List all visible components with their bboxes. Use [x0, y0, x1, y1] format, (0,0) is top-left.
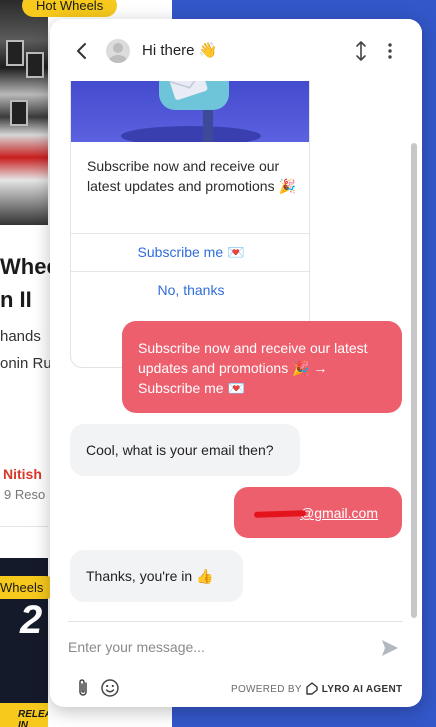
expand-icon[interactable] [352, 39, 370, 63]
divider [71, 271, 309, 272]
redaction-mark [253, 510, 307, 518]
divider [0, 526, 48, 527]
mailbox-illustration [71, 81, 309, 142]
lyro-logo-icon [306, 682, 318, 695]
category-tag-top[interactable]: Hot Wheels [22, 0, 118, 17]
chat-widget: Hi there 👋 Subscribe now and receive our… [50, 19, 422, 707]
message-input[interactable] [68, 635, 358, 659]
send-icon[interactable] [380, 638, 400, 658]
author-name[interactable]: Nitish [3, 466, 42, 482]
divider [68, 621, 403, 622]
subscribe-button[interactable]: Subscribe me 💌 [71, 244, 309, 261]
emoji-icon[interactable] [100, 678, 120, 698]
agent-avatar [106, 39, 130, 63]
email-link[interactable]: @gmail.com [300, 505, 378, 521]
subscribe-card-text: Subscribe now and receive our latest upd… [87, 158, 296, 194]
more-options-icon[interactable] [382, 40, 398, 62]
back-arrow-icon[interactable] [72, 39, 92, 63]
attachment-icon[interactable] [75, 678, 91, 698]
chat-title-text: Hi there [142, 42, 195, 59]
user-message: Subscribe now and receive our latest upd… [122, 321, 402, 413]
decline-button[interactable]: No, thanks [71, 282, 309, 298]
powered-by[interactable]: POWERED BY LYRO AI AGENT [231, 682, 402, 696]
bot-message: Cool, what is your email then? [70, 424, 300, 476]
brand-name: LYRO AI AGENT [321, 683, 403, 695]
product-thumbnail-top[interactable] [0, 0, 48, 225]
chat-title: Hi there 👋 [142, 41, 217, 59]
chat-header: Hi there 👋 [50, 19, 422, 81]
bot-message: Thanks, you're in 👍 [70, 550, 243, 602]
article-excerpt-line1: hands [0, 328, 41, 345]
thumbnail-numeral: 2 [20, 598, 43, 642]
scrollbar[interactable] [411, 143, 417, 618]
category-tag-bottom[interactable]: Wheels [0, 576, 58, 599]
thumbnail-strip: RELEASED IN [0, 703, 48, 727]
divider [71, 233, 309, 234]
resource-count: 9 Reso [4, 487, 46, 502]
message-list: Subscribe now and receive our latest upd… [50, 81, 422, 621]
user-message: @gmail.com [234, 487, 402, 538]
waving-hand-icon: 👋 [198, 42, 218, 59]
powered-by-label: POWERED BY [231, 683, 302, 695]
article-excerpt-line2: onin Ru [0, 355, 52, 372]
